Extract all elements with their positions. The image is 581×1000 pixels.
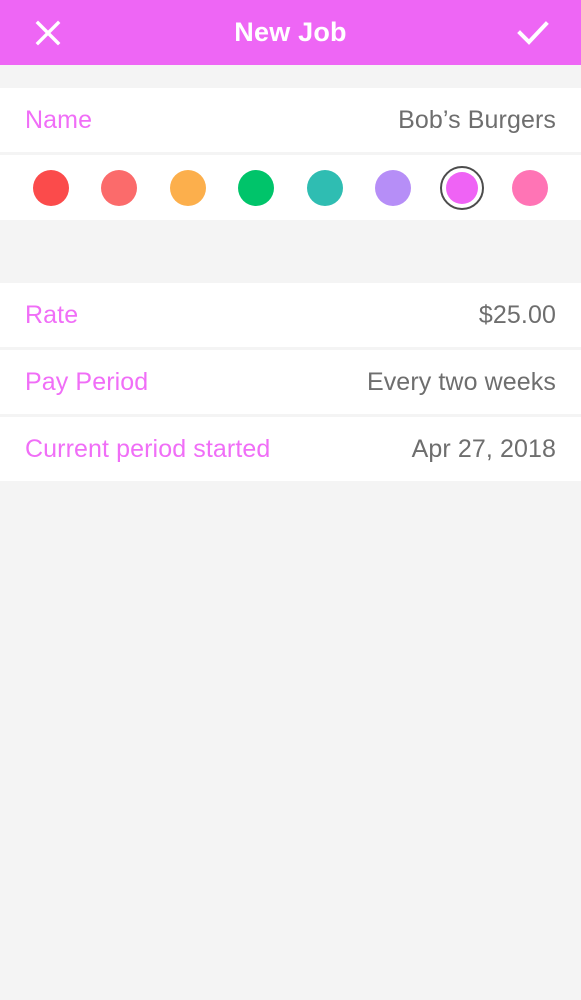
color-swatch-green[interactable] [234,166,278,210]
name-input[interactable]: Bob’s Burgers [398,106,556,135]
color-dot [511,169,548,206]
field-label-rate: Rate [25,300,79,329]
close-button[interactable] [28,13,68,53]
color-swatch-magenta[interactable] [439,165,484,210]
rate-input[interactable]: $25.00 [479,301,556,330]
color-swatch-teal[interactable] [303,166,347,210]
color-dot [375,169,412,206]
close-x-icon [35,20,61,46]
confirm-button[interactable] [513,13,553,53]
field-row-name[interactable]: Name Bob’s Burgers [0,88,581,152]
pay-period-value[interactable]: Every two weeks [367,368,556,397]
color-dot [306,169,343,206]
color-dot [238,169,275,206]
field-label-name: Name [25,105,93,134]
new-job-screen: New Job Name Bob’s Burgers Rate $25.00 P… [0,0,581,1000]
field-row-rate[interactable]: Rate $25.00 [0,283,581,347]
color-dot [101,169,138,206]
checkmark-icon [517,20,549,46]
empty-content-area [0,481,581,1000]
color-picker-row [0,155,581,220]
color-swatch-red[interactable] [29,166,73,210]
field-row-pay-period[interactable]: Pay Period Every two weeks [0,350,581,414]
color-dot [169,169,206,206]
color-dot [33,169,69,206]
page-title: New Job [234,17,347,47]
header-bar: New Job [0,0,581,65]
field-label-current-period-started: Current period started [25,434,271,463]
current-period-started-value[interactable]: Apr 27, 2018 [412,435,556,464]
color-swatch-pink[interactable] [508,166,552,210]
field-row-current-period-started[interactable]: Current period started Apr 27, 2018 [0,417,581,481]
color-dot [445,171,478,204]
color-swatch-orange[interactable] [166,166,210,210]
section-gap-color [0,220,581,283]
field-label-pay-period: Pay Period [25,367,149,396]
color-swatch-salmon[interactable] [97,166,141,210]
section-gap-header [0,65,581,88]
color-swatch-lavender[interactable] [371,166,415,210]
